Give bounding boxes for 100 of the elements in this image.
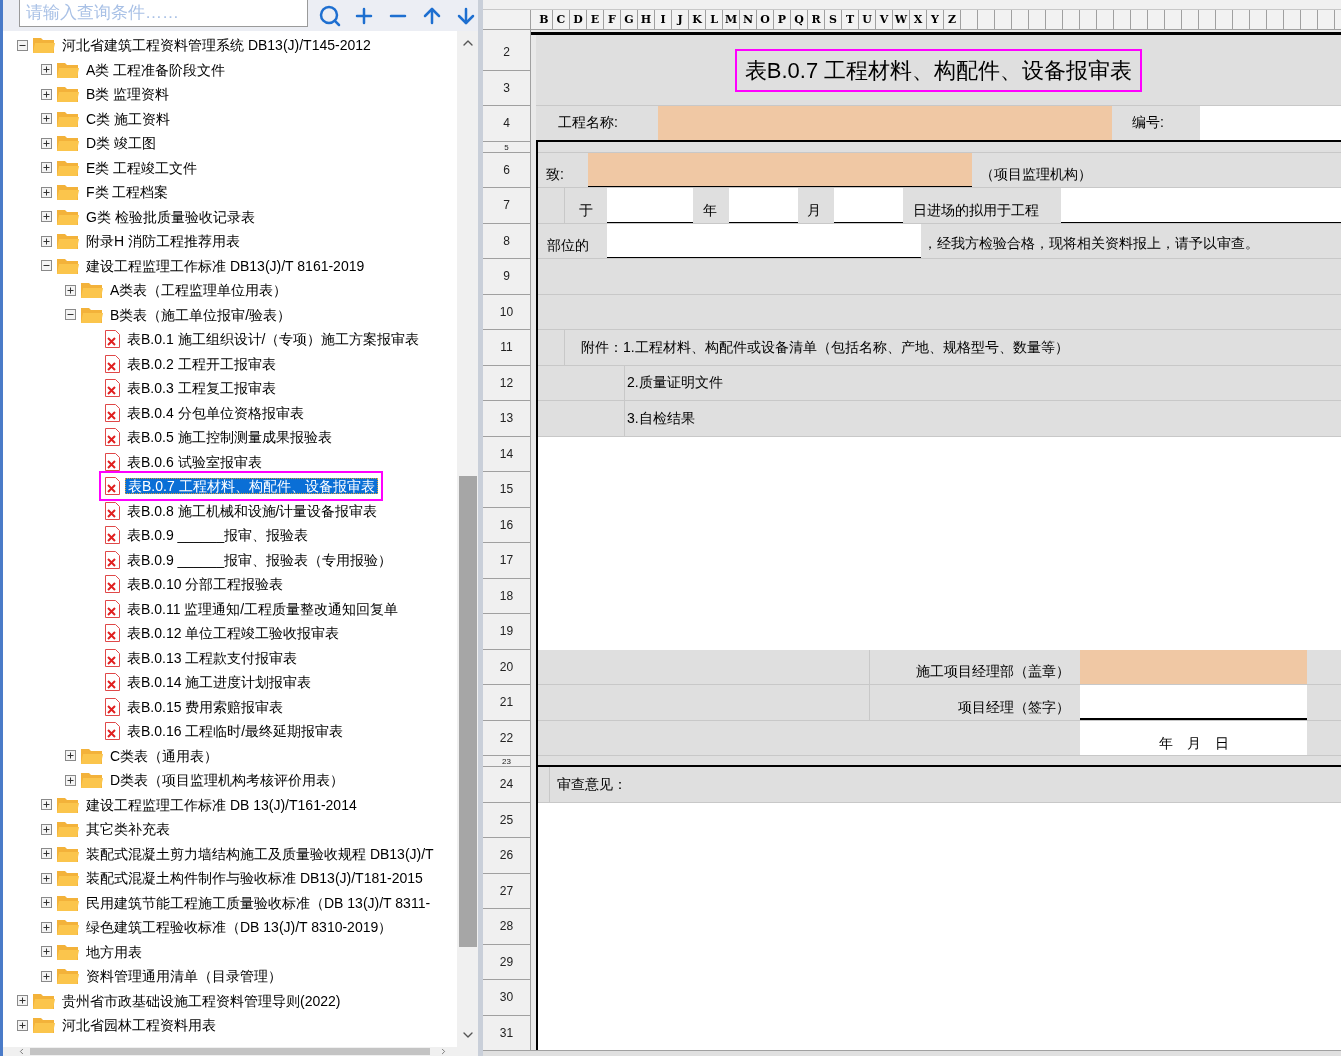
column-header[interactable]: X bbox=[910, 10, 927, 29]
column-header[interactable]: O bbox=[757, 10, 774, 29]
row-header[interactable]: 23 bbox=[483, 756, 530, 767]
row-header[interactable]: 26 bbox=[483, 838, 530, 874]
row-header[interactable]: 25 bbox=[483, 802, 530, 838]
date-field[interactable] bbox=[607, 188, 693, 223]
tree-item[interactable]: E类 工程竣工文件 bbox=[84, 160, 200, 175]
row-header[interactable]: 11 bbox=[483, 330, 530, 366]
tree-item[interactable]: 贵州省市政基础设施工程资料管理导则(2022) bbox=[60, 993, 343, 1008]
expand-toggle[interactable] bbox=[41, 260, 52, 272]
column-header[interactable]: H bbox=[638, 10, 655, 29]
expand-toggle[interactable] bbox=[41, 137, 52, 149]
expand-toggle[interactable] bbox=[41, 946, 52, 958]
expand-toggle[interactable] bbox=[65, 774, 76, 786]
column-header[interactable]: E bbox=[587, 10, 604, 29]
column-header[interactable]: K bbox=[689, 10, 706, 29]
scroll-right-icon[interactable] bbox=[439, 1047, 448, 1056]
tree-item[interactable]: 河北省园林工程资料用表 bbox=[60, 1018, 218, 1033]
tree-item[interactable]: B类 监理资料 bbox=[84, 87, 172, 102]
tree-item[interactable]: 表B.0.14 施工进度计划报审表 bbox=[125, 675, 314, 690]
row-header[interactable]: 18 bbox=[483, 578, 530, 614]
tree-item[interactable]: 附录H 消防工程推荐用表 bbox=[84, 234, 242, 249]
row-header[interactable]: 12 bbox=[483, 365, 530, 401]
row-header[interactable]: 10 bbox=[483, 294, 530, 330]
expand-toggle[interactable] bbox=[17, 39, 28, 51]
tree-item[interactable]: 表B.0.7 工程材料、构配件、设备报审表 bbox=[125, 478, 378, 495]
row-header[interactable]: 21 bbox=[483, 685, 530, 721]
column-header[interactable]: Z bbox=[944, 10, 961, 29]
expand-toggle[interactable] bbox=[41, 897, 52, 909]
column-header[interactable]: F bbox=[604, 10, 621, 29]
column-header[interactable]: Y bbox=[927, 10, 944, 29]
row-header[interactable]: 16 bbox=[483, 507, 530, 543]
tree-item[interactable]: 河北省建筑工程资料管理系统 DB13(J)/T145-2012 bbox=[60, 38, 373, 53]
tree-item[interactable]: 建设工程监理工作标准 DB 13(J)/T161-2014 bbox=[84, 797, 359, 812]
tree-item[interactable]: A类 工程准备阶段文件 bbox=[84, 62, 228, 77]
project-name-field[interactable] bbox=[658, 106, 1112, 140]
row-header[interactable]: 19 bbox=[483, 614, 530, 650]
tree-item[interactable]: C类 施工资料 bbox=[84, 111, 172, 126]
row-header[interactable]: 29 bbox=[483, 944, 530, 980]
column-header[interactable]: P bbox=[774, 10, 791, 29]
tree-item[interactable]: 表B.0.6 试验室报审表 bbox=[125, 454, 264, 469]
row-header[interactable]: 3 bbox=[483, 70, 530, 106]
row-header[interactable]: 14 bbox=[483, 436, 530, 472]
expand-toggle[interactable] bbox=[41, 872, 52, 884]
row-header[interactable]: 7 bbox=[483, 188, 530, 224]
row-header[interactable]: 8 bbox=[483, 223, 530, 259]
tree-item[interactable]: 表B.0.9 ______报审、报验表（专用报验） bbox=[125, 552, 395, 567]
tree-item[interactable]: 表B.0.4 分包单位资格报审表 bbox=[125, 405, 306, 420]
tree-item[interactable]: F类 工程档案 bbox=[84, 185, 171, 200]
row-header[interactable]: 6 bbox=[483, 152, 530, 188]
tree-item[interactable]: 表B.0.11 监理通知/工程质量整改通知回复单 bbox=[125, 601, 401, 616]
row-header[interactable]: 27 bbox=[483, 873, 530, 909]
tree-item[interactable]: 建设工程监理工作标准 DB13(J)/T 8161-2019 bbox=[84, 258, 367, 273]
row-header[interactable]: 30 bbox=[483, 980, 530, 1016]
column-header[interactable]: N bbox=[740, 10, 757, 29]
tree-item[interactable]: 表B.0.16 工程临时/最终延期报审表 bbox=[125, 724, 346, 739]
tree-item[interactable]: 绿色建筑工程验收标准（DB 13(J)/T 8310-2019） bbox=[84, 920, 395, 935]
scroll-left-icon[interactable] bbox=[17, 1047, 26, 1056]
expand-toggle[interactable] bbox=[41, 162, 52, 174]
expand-toggle[interactable] bbox=[41, 88, 52, 100]
date-field[interactable] bbox=[834, 188, 903, 223]
row-header[interactable]: 15 bbox=[483, 472, 530, 508]
tree-item[interactable]: 表B.0.2 工程开工报审表 bbox=[125, 356, 278, 371]
number-field[interactable] bbox=[1200, 106, 1341, 140]
expand-toggle[interactable] bbox=[17, 1019, 28, 1031]
column-header[interactable]: T bbox=[842, 10, 859, 29]
expand-toggle[interactable] bbox=[41, 113, 52, 125]
search-field[interactable]: 请输入查询条件…… bbox=[19, 0, 308, 27]
column-header[interactable]: I bbox=[655, 10, 672, 29]
row-header[interactable]: 20 bbox=[483, 649, 530, 685]
expand-toggle[interactable] bbox=[41, 921, 52, 933]
tree-item[interactable]: 表B.0.1 施工组织设计/（专项）施工方案报审表 bbox=[125, 332, 422, 347]
expand-toggle[interactable] bbox=[41, 799, 52, 811]
expand-toggle[interactable] bbox=[65, 284, 76, 296]
row-header[interactable]: 13 bbox=[483, 401, 530, 437]
expand-toggle[interactable] bbox=[41, 211, 52, 223]
column-header[interactable]: U bbox=[859, 10, 876, 29]
recipient-field[interactable] bbox=[588, 152, 972, 187]
tree-item[interactable]: 民用建筑节能工程施工质量验收标准（DB 13(J)/T 8311- bbox=[84, 895, 433, 910]
vertical-scrollbar[interactable] bbox=[457, 31, 478, 1047]
expand-toggle[interactable] bbox=[65, 750, 76, 762]
column-header[interactable]: M bbox=[723, 10, 740, 29]
signature-field[interactable] bbox=[1080, 685, 1307, 720]
row-header[interactable]: 4 bbox=[483, 106, 530, 142]
expand-toggle[interactable] bbox=[41, 64, 52, 76]
tree-item[interactable]: 表B.0.13 工程款支付报审表 bbox=[125, 650, 300, 665]
tree-item[interactable]: 表B.0.12 单位工程竣工验收报审表 bbox=[125, 626, 342, 641]
tree-item[interactable]: B类表（施工单位报审/验表） bbox=[108, 307, 294, 322]
expand-toggle[interactable] bbox=[65, 309, 76, 321]
tree-item[interactable]: 表B.0.8 施工机械和设施/计量设备报审表 bbox=[125, 503, 380, 518]
tree-item[interactable]: 资料管理通用清单（目录管理） bbox=[84, 969, 284, 984]
tree-item[interactable]: D类表（项目监理机构考核评价用表） bbox=[108, 773, 347, 788]
column-header[interactable]: R bbox=[808, 10, 825, 29]
tree-item[interactable]: 表B.0.15 费用索赔报审表 bbox=[125, 699, 286, 714]
expand-toggle[interactable] bbox=[41, 186, 52, 198]
tree-item[interactable]: 装配式混凝土剪力墙结构施工及质量验收规程 DB13(J)/T bbox=[84, 846, 436, 861]
row-header[interactable]: 17 bbox=[483, 543, 530, 579]
column-header[interactable]: S bbox=[825, 10, 842, 29]
column-header[interactable]: G bbox=[621, 10, 638, 29]
tree-item[interactable]: 表B.0.5 施工控制测量成果报验表 bbox=[125, 430, 334, 445]
